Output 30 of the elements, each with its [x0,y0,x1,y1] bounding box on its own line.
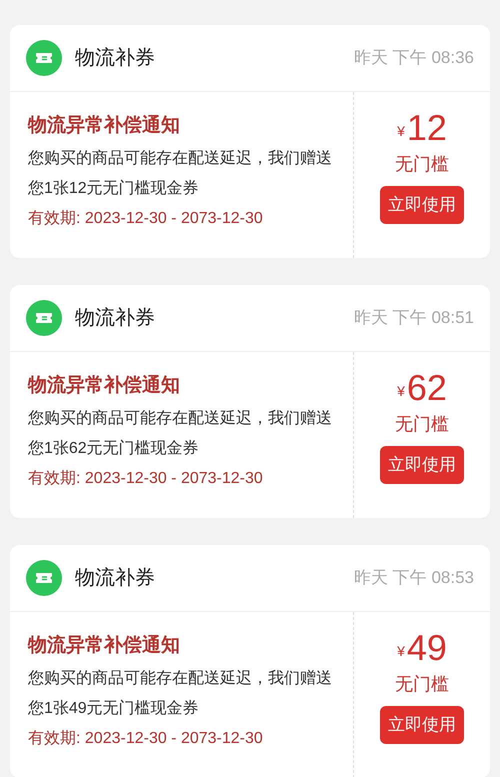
category-title: 物流补券 [75,306,155,331]
ticket-icon [26,560,62,596]
ticket-icon [26,300,62,336]
notice-title: 物流异常补偿通知 [28,634,181,658]
notice-title: 物流异常补偿通知 [28,374,181,398]
validity-text: 有效期: 2023-12-30 - 2073-12-30 [28,209,264,229]
use-now-button[interactable]: 立即使用 [380,706,464,744]
category-title: 物流补券 [75,566,155,591]
notice-description: 您购买的商品可能存在配送延迟，我们赠送您1张12元无门槛现金券 [28,148,333,199]
category-title: 物流补券 [75,46,155,71]
notice-description: 您购买的商品可能存在配送延迟，我们赠送您1张62元无门槛现金券 [28,408,333,459]
currency-symbol: ¥ [397,122,405,141]
validity-text: 有效期: 2023-12-30 - 2073-12-30 [28,729,264,749]
currency-symbol: ¥ [397,642,405,661]
timestamp: 昨天 下午 08:36 [354,47,474,70]
coupon-amount: 12 [406,106,447,150]
coupon-amount: 49 [406,626,447,670]
notice-title: 物流异常补偿通知 [28,114,181,138]
timestamp: 昨天 下午 08:53 [354,567,474,590]
coupon-amount: 62 [406,366,447,410]
use-now-button[interactable]: 立即使用 [380,186,464,224]
coupon-condition: 无门槛 [395,673,449,696]
timestamp: 昨天 下午 08:51 [354,307,474,330]
coupon-condition: 无门槛 [395,413,449,436]
coupon-condition: 无门槛 [395,153,449,176]
validity-text: 有效期: 2023-12-30 - 2073-12-30 [28,469,264,489]
use-now-button[interactable]: 立即使用 [380,446,464,484]
currency-symbol: ¥ [397,382,405,401]
notice-description: 您购买的商品可能存在配送延迟，我们赠送您1张49元无门槛现金券 [28,668,333,719]
ticket-icon [26,40,62,76]
